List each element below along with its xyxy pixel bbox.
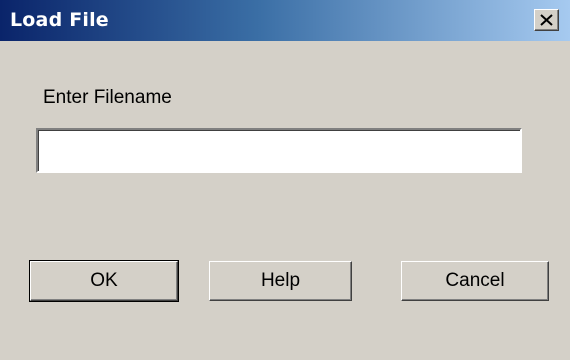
ok-button[interactable]: OK bbox=[29, 260, 179, 302]
help-button[interactable]: Help bbox=[209, 261, 352, 301]
filename-input[interactable] bbox=[36, 128, 522, 173]
close-button[interactable] bbox=[534, 9, 559, 31]
title-bar[interactable]: Load File bbox=[0, 0, 570, 41]
cancel-button[interactable]: Cancel bbox=[401, 261, 549, 301]
close-icon bbox=[540, 14, 553, 26]
filename-label: Enter Filename bbox=[43, 87, 172, 108]
dialog-title: Load File bbox=[10, 9, 109, 31]
load-file-dialog: Load File Enter Filename OK Help Cancel bbox=[0, 0, 570, 360]
